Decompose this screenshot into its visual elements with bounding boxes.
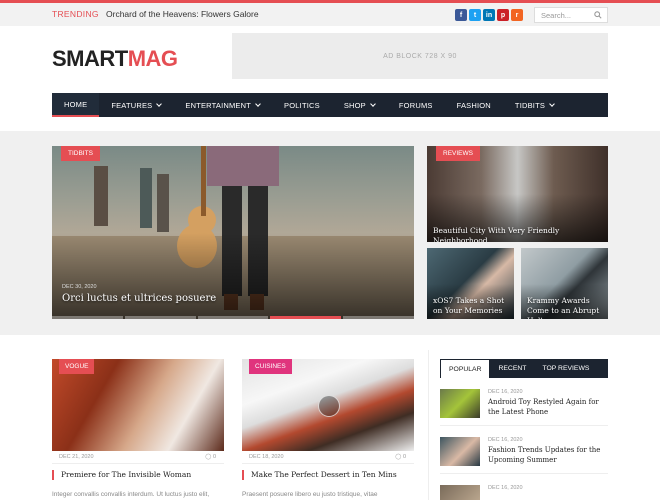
list-item[interactable]: DEC 16, 2020 [440,485,608,500]
top-bar: TRENDING Orchard of the Heavens: Flowers… [0,0,660,26]
comment-count-value: 0 [402,454,406,460]
chevron-down-icon [156,100,163,107]
featured-main-shade [52,232,414,319]
post-title[interactable]: Fashion Trends Updates for the Upcoming … [488,446,608,465]
comment-count-value: 0 [212,454,216,460]
featured-section: TIDBITS DEC 30, 2020 Orci luctus et ultr… [0,131,660,335]
logo-text-accent: MAG [127,46,178,71]
main-navigation: HOME FEATURES ENTERTAINMENT POLITICS SHOP FOR… [52,93,608,117]
nav-item-label: TIDBITS [514,100,546,110]
slider-indicator[interactable] [52,316,414,319]
nav-item-features[interactable]: FEATURES [99,93,173,117]
nav-item-politics[interactable]: POLITICS [272,93,332,117]
social-icons: f t in p r [455,9,523,21]
article-image[interactable]: CUISINES [242,359,414,451]
nav-item-fashion[interactable]: FASHION [445,93,503,117]
facebook-icon[interactable]: f [455,9,467,21]
nav-item-label: HOME [64,99,88,109]
nav-item-label: FEATURES [111,100,153,110]
trending-label: TRENDING [52,9,99,19]
search-icon[interactable] [594,11,602,19]
nav-item-entertainment[interactable]: ENTERTAINMENT [173,93,272,117]
sidebar-widget: POPULAR RECENT TOP REVIEWS DEC 16, 2020 … [440,359,608,500]
featured-main-title[interactable]: Orci luctus et ultrices posuere [62,294,216,304]
list-item[interactable]: DEC 16, 2020 Android Toy Restyled Again … [440,389,608,426]
slider-dot-active[interactable] [270,316,342,319]
category-badge[interactable]: CUISINES [249,359,292,374]
post-title[interactable]: Krammy Awards Come to an Abrupt Halt [527,296,608,319]
article-title[interactable]: Premiere for The Invisible Woman [52,470,224,480]
post-thumbnail[interactable] [440,437,480,466]
chevron-down-icon [255,100,261,107]
post-date: DEC 30, 2020 [62,284,97,290]
article-card[interactable]: VOGUE DEC 21, 2020 ◯ 0 Premiere for The … [52,359,224,499]
pinterest-icon[interactable]: p [497,9,509,21]
comment-icon: ◯ [395,454,402,460]
nav-item-label: SHOP [343,100,366,110]
search-placeholder: Search... [541,11,572,20]
article-meta: DEC 21, 2020 ◯ 0 [52,451,224,464]
post-date: DEC 16, 2020 [488,437,523,443]
article-meta: DEC 18, 2020 ◯ 0 [242,451,414,464]
list-item[interactable]: DEC 16, 2020 Fashion Trends Updates for … [440,437,608,474]
post-date: DEC 21, 2020 [59,454,94,460]
twitter-icon[interactable]: t [469,9,481,21]
comment-count[interactable]: ◯ 0 [395,454,406,463]
nav-item-tidbits[interactable]: TIDBITS [503,93,566,117]
nav-item-shop[interactable]: SHOP [332,93,387,117]
sidebar-tabs: POPULAR RECENT TOP REVIEWS [440,359,608,378]
comment-count[interactable]: ◯ 0 [205,454,216,463]
slider-dot[interactable] [197,316,269,319]
video-play-icon[interactable] [318,395,340,417]
post-thumbnail[interactable] [440,485,480,500]
article-title[interactable]: Make The Perfect Dessert in Ten Mins [242,470,414,480]
tab-popular[interactable]: POPULAR [440,359,491,378]
post-date: DEC 16, 2020 [488,485,523,491]
featured-side-post-city[interactable]: REVIEWS Beautiful City With Very Friendl… [427,146,608,242]
tab-recent[interactable]: RECENT [490,359,534,378]
search-input[interactable]: Search... [534,7,608,23]
tab-top-reviews[interactable]: TOP REVIEWS [534,359,597,378]
slider-dot[interactable] [343,316,414,319]
trending-headline-link[interactable]: Orchard of the Heavens: Flowers Galore [106,9,259,19]
post-title[interactable]: Android Toy Restyled Again for the Lates… [488,398,608,417]
article-excerpt: Praesent posuere libero eu justo tristiq… [242,491,378,498]
post-date: DEC 18, 2020 [249,454,284,460]
featured-side-post-2[interactable]: xOS7 Takes a Shot on Your Memories [427,248,514,319]
category-badge[interactable]: TIDBITS [61,146,100,161]
chevron-down-icon [370,100,376,107]
article-excerpt: Integer convallis convallis interdum. Ut… [52,491,210,498]
rss-icon[interactable]: r [511,9,523,21]
nav-item-label: FASHION [456,100,491,110]
post-title[interactable]: Beautiful City With Very Friendly Neighb… [433,226,608,242]
category-badge[interactable]: REVIEWS [436,146,480,161]
logo-text-primary: SMART [52,46,128,71]
nav-item-label: FORUMS [398,100,433,110]
nav-item-home[interactable]: HOME [52,93,100,117]
slider-dot[interactable] [124,316,196,319]
category-badge[interactable]: VOGUE [59,359,95,374]
nav-item-label: ENTERTAINMENT [185,100,252,110]
nav-item-forums[interactable]: FORUMS [387,93,445,117]
post-title[interactable]: xOS7 Takes a Shot on Your Memories [433,296,514,316]
article-card[interactable]: CUISINES DEC 18, 2020 ◯ 0 Make The Perfe… [242,359,414,499]
post-thumbnail[interactable] [440,389,480,418]
column-divider [428,350,429,500]
article-image[interactable]: VOGUE [52,359,224,451]
ad-block[interactable]: AD BLOCK 728 X 90 [232,33,608,79]
linkedin-icon[interactable]: in [483,9,495,21]
comment-icon: ◯ [205,454,212,460]
chevron-down-icon [549,100,555,107]
post-date: DEC 16, 2020 [488,389,523,395]
featured-main-post[interactable]: TIDBITS DEC 30, 2020 Orci luctus et ultr… [52,146,414,319]
featured-side-post-3[interactable]: Krammy Awards Come to an Abrupt Halt [521,248,608,319]
site-logo[interactable]: SMARTMAG [52,46,178,72]
nav-item-label: POLITICS [284,100,320,110]
slider-dot[interactable] [52,316,123,319]
